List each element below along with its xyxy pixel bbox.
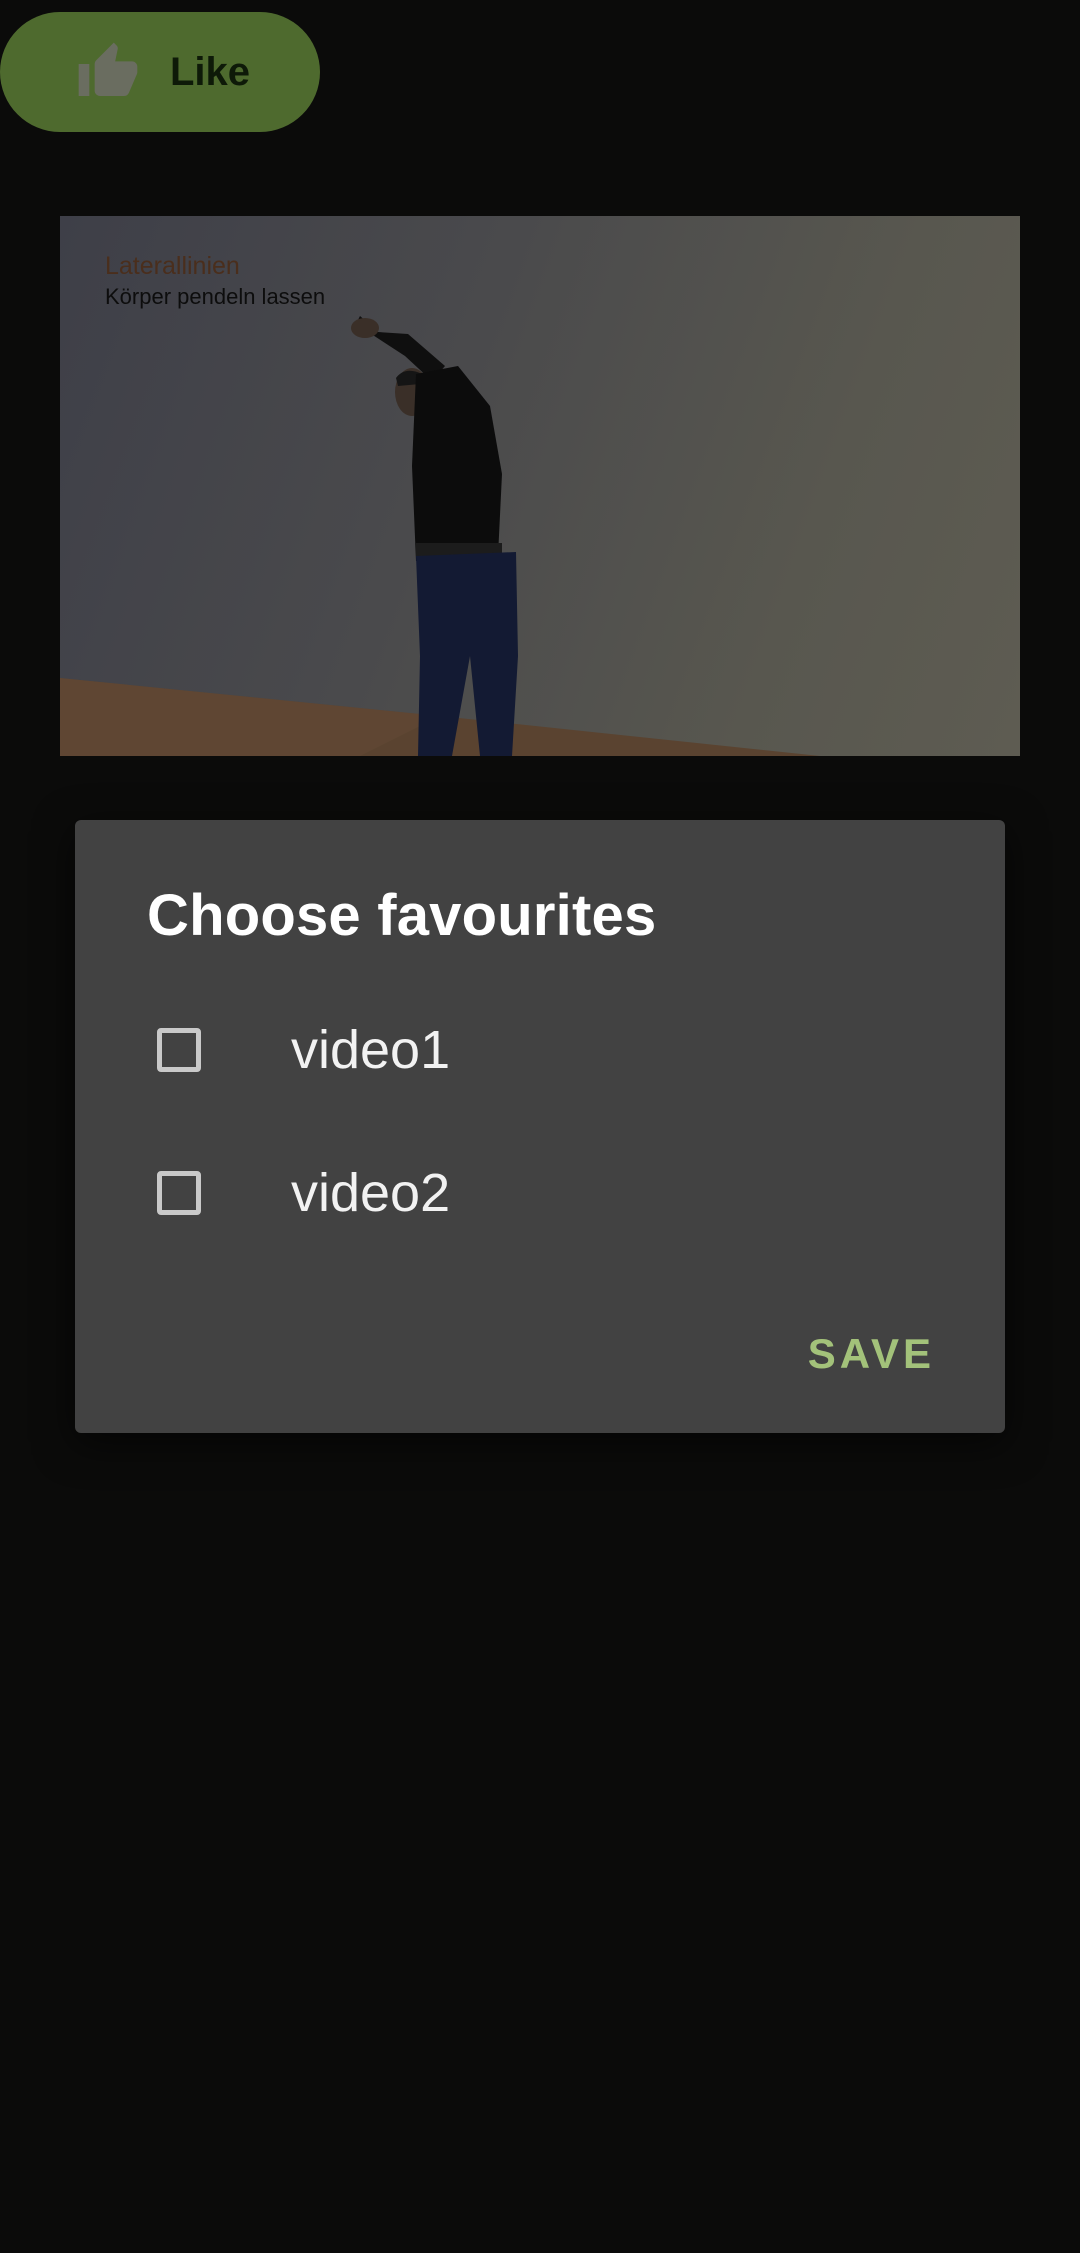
like-button[interactable]: Like (0, 12, 320, 132)
video2-checkbox[interactable] (157, 1171, 201, 1215)
screen: Like Laterallinien Körper pendeln lassen… (0, 0, 1080, 2253)
video-thumbnail[interactable]: Laterallinien Körper pendeln lassen (60, 216, 1020, 756)
video-caption-subtitle: Körper pendeln lassen (105, 284, 326, 309)
thumb-up-icon (78, 42, 138, 96)
like-label: Like (170, 49, 251, 94)
option-label: video1 (291, 1020, 451, 1080)
option-label: video2 (291, 1163, 451, 1223)
video-caption-title: Laterallinien (105, 252, 240, 280)
save-button[interactable]: SAVE (808, 1320, 935, 1388)
option-video2[interactable]: video2 (75, 1123, 1005, 1263)
choose-favourites-dialog: Choose favourites video1 video2 SAVE (75, 820, 1005, 1433)
video1-checkbox[interactable] (157, 1028, 201, 1072)
option-video1[interactable]: video1 (75, 980, 1005, 1120)
dialog-title: Choose favourites (147, 883, 657, 948)
